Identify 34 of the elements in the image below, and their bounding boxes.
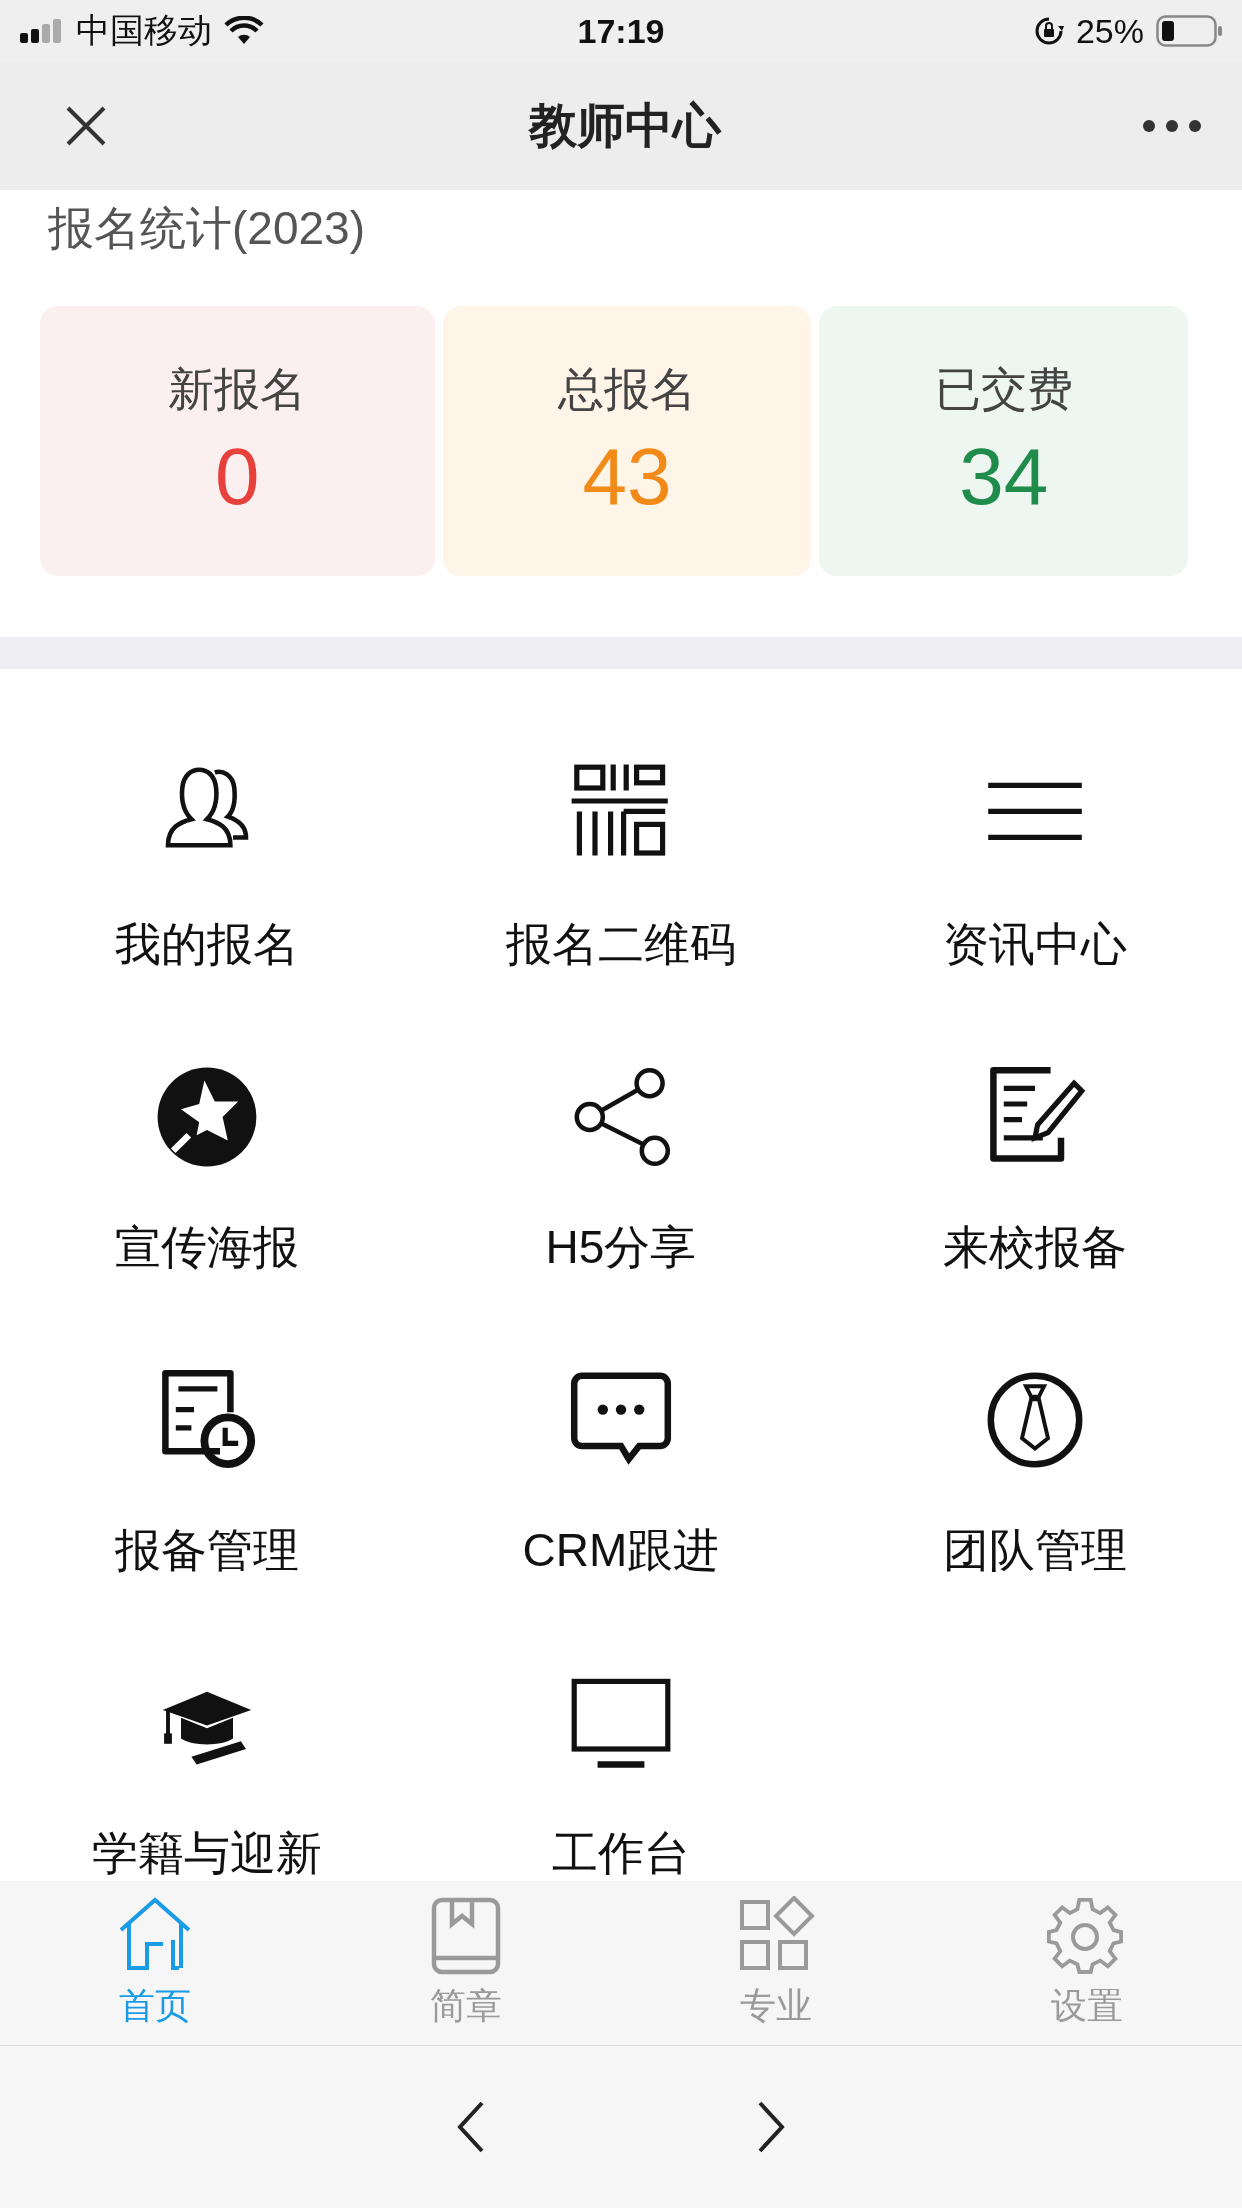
menu-item-label[interactable]: 来校报备 [943, 1217, 1127, 1277]
rotation-lock-icon [1033, 16, 1064, 46]
stat-value: 0 [215, 431, 260, 523]
clock-time: 17:19 [577, 11, 665, 51]
signal-icon [20, 19, 64, 43]
wifi-icon [224, 16, 264, 46]
page-title: 教师中心 [529, 98, 721, 154]
close-icon[interactable] [64, 104, 108, 148]
menu-item-label[interactable]: 资讯中心 [943, 914, 1127, 974]
stat-label: 总报名 [557, 362, 696, 417]
section-title: 报名统计(2023) [47, 201, 366, 256]
stat-card[interactable]: 已交费 34 [819, 306, 1188, 576]
battery-icon [1156, 15, 1222, 47]
stat-value: 43 [582, 431, 672, 523]
stat-value: 34 [959, 431, 1049, 523]
battery-percent: 25% [1075, 11, 1144, 51]
forward-icon[interactable] [756, 2101, 786, 2153]
menu-item-label[interactable]: 报名二维码 [506, 914, 736, 974]
stat-card[interactable]: 总报名 43 [442, 306, 812, 576]
stat-card[interactable]: 新报名 0 [40, 306, 435, 576]
menu-item-label[interactable]: 我的报名 [115, 914, 299, 974]
menu-item-label[interactable]: 团队管理 [943, 1520, 1127, 1580]
menu-item-label[interactable]: H5分享 [545, 1217, 697, 1277]
back-icon[interactable] [456, 2101, 486, 2153]
menu-item-label[interactable]: CRM跟进 [522, 1520, 720, 1580]
stat-label: 新报名 [168, 362, 307, 417]
carrier-name: 中国移动 [76, 10, 212, 51]
stat-label: 已交费 [934, 362, 1073, 417]
menu-item-label[interactable]: 工作台 [552, 1823, 690, 1881]
more-icon[interactable] [1142, 119, 1202, 133]
menu-item-label[interactable]: 宣传海报 [115, 1217, 299, 1277]
menu-item-label[interactable]: 学籍与迎新 [92, 1823, 322, 1881]
magic-wand-icon[interactable] [155, 1065, 259, 1169]
menu-item-label[interactable]: 报备管理 [115, 1520, 299, 1580]
